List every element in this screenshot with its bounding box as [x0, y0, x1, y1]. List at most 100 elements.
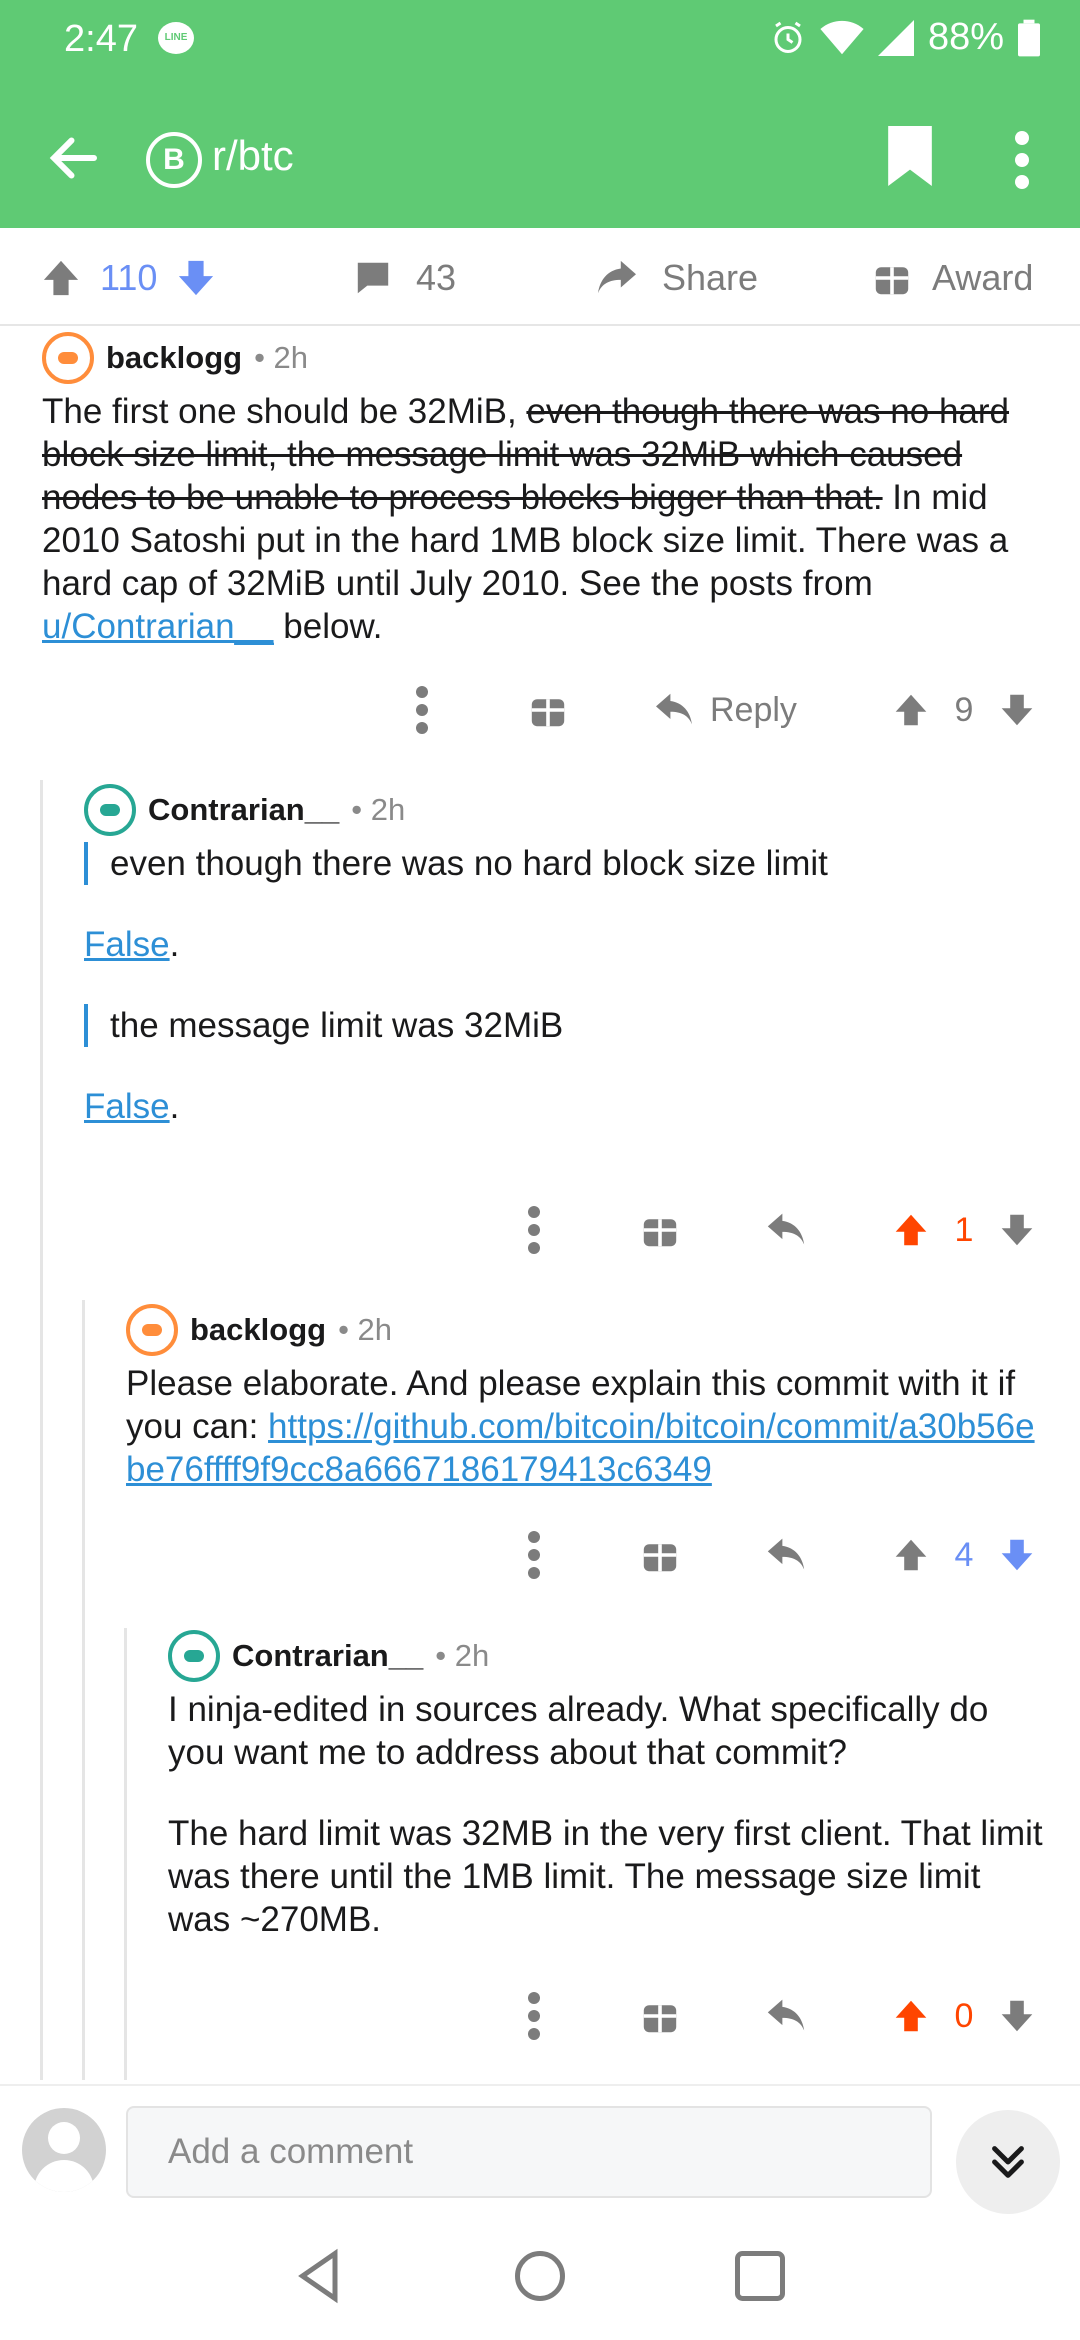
- app-bar: B r/btc: [0, 110, 1080, 210]
- downvote-icon[interactable]: [177, 259, 215, 297]
- comment-actions: Reply 9: [0, 680, 1080, 740]
- comment-count: 43: [416, 257, 457, 298]
- comment-score: 9: [954, 690, 974, 729]
- system-navigation-bar: [0, 2216, 1080, 2340]
- thread-line: [40, 780, 43, 2080]
- avatar[interactable]: [168, 1630, 220, 1682]
- comment-composer-bar: [0, 2084, 1080, 2216]
- reply-icon[interactable]: [766, 1200, 806, 1260]
- share-button[interactable]: Share: [596, 250, 758, 306]
- status-time: 2:47: [64, 18, 138, 60]
- upvote-icon[interactable]: [42, 259, 80, 297]
- comment-author[interactable]: backlogg: [190, 1312, 326, 1348]
- comment-paragraph: False.: [84, 1085, 1044, 1128]
- more-vertical-icon[interactable]: [522, 1200, 546, 1260]
- more-vertical-icon[interactable]: [522, 1525, 546, 1585]
- subreddit-name[interactable]: r/btc: [212, 132, 294, 180]
- comment-score: 0: [954, 1996, 974, 2035]
- gift-icon[interactable]: [642, 1200, 678, 1260]
- comment-body: I ninja-edited in sources already. What …: [168, 1688, 1048, 1941]
- gift-icon: [875, 267, 909, 295]
- share-label: Share: [662, 257, 759, 298]
- alarm-icon: [774, 21, 802, 53]
- comment-paragraph: False.: [84, 923, 1044, 966]
- reply-icon: [656, 693, 692, 725]
- comment-time: • 2h: [351, 792, 406, 827]
- upvote-icon[interactable]: [894, 1525, 928, 1585]
- comment-actions: 1: [0, 1200, 1080, 1260]
- chevrons-down-icon: [992, 2146, 1024, 2178]
- more-vertical-icon[interactable]: [410, 680, 434, 740]
- comment-author[interactable]: Contrarian__: [232, 1638, 423, 1674]
- comment-actions: 0: [0, 1986, 1080, 2046]
- blockquote: even though there was no hard block size…: [84, 842, 1044, 885]
- comment-text: below.: [273, 607, 383, 646]
- next-comment-button[interactable]: [956, 2110, 1060, 2214]
- upvote-icon[interactable]: [894, 1986, 928, 2046]
- comment: backlogg • 2h Please elaborate. And plea…: [126, 1302, 1046, 1522]
- status-indicators: 88%: [770, 16, 1040, 59]
- comment-text: .: [169, 925, 180, 964]
- reply-icon[interactable]: [766, 1986, 806, 2046]
- downvote-icon[interactable]: [1000, 680, 1034, 740]
- comment-header: Contrarian__ • 2h: [168, 1628, 489, 1684]
- post-comments-button[interactable]: 43: [354, 250, 456, 306]
- comment-author[interactable]: Contrarian__: [148, 792, 339, 828]
- post-votes: 110: [42, 250, 215, 306]
- downvote-icon[interactable]: [1000, 1525, 1034, 1585]
- comment-text: .: [169, 1087, 180, 1126]
- reply-label: Reply: [710, 690, 797, 729]
- add-comment-input[interactable]: [126, 2106, 932, 2198]
- nav-recents-icon[interactable]: [730, 2246, 790, 2306]
- source-link[interactable]: False: [84, 1087, 170, 1126]
- back-arrow-icon[interactable]: [44, 128, 104, 188]
- comment: Contrarian__ • 2h I ninja-edited in sour…: [168, 1628, 1048, 1988]
- avatar[interactable]: [84, 784, 136, 836]
- comment-body: Please elaborate. And please explain thi…: [126, 1362, 1046, 1491]
- user-avatar[interactable]: [22, 2108, 106, 2192]
- comment-paragraph: The hard limit was 32MB in the very firs…: [168, 1814, 1043, 1939]
- thread-line: [82, 1300, 85, 2080]
- user-link[interactable]: u/Contrarian__: [42, 607, 274, 646]
- upvote-icon[interactable]: [894, 680, 928, 740]
- nav-back-icon[interactable]: [290, 2246, 350, 2306]
- bookmark-icon[interactable]: [888, 126, 932, 186]
- more-vertical-icon[interactable]: [522, 1986, 546, 2046]
- battery-icon: [1018, 19, 1040, 56]
- comment-time: • 2h: [254, 340, 309, 375]
- downvote-icon[interactable]: [1000, 1986, 1034, 2046]
- nav-home-icon[interactable]: [510, 2246, 570, 2306]
- status-bar: 2:47 LINE 88%: [0, 0, 1080, 80]
- comment: Contrarian__ • 2h even though there was …: [84, 782, 1044, 1182]
- battery-percent: 88%: [927, 16, 1004, 58]
- downvote-icon[interactable]: [1000, 1200, 1034, 1260]
- source-link[interactable]: False: [84, 925, 170, 964]
- bitcoin-icon: B: [146, 132, 202, 188]
- share-icon: [598, 260, 636, 294]
- more-vertical-icon[interactable]: [1010, 130, 1034, 190]
- line-notification-icon: LINE: [158, 22, 194, 54]
- comment-score: 1: [954, 1210, 974, 1249]
- comment-author[interactable]: backlogg: [106, 340, 242, 376]
- comment-paragraph: I ninja-edited in sources already. What …: [168, 1690, 989, 1772]
- signal-icon: [877, 19, 914, 56]
- post-score: 110: [100, 257, 158, 298]
- avatar[interactable]: [126, 1304, 178, 1356]
- gift-icon[interactable]: [530, 680, 566, 740]
- comment-icon: [357, 262, 389, 294]
- comment-body: The first one should be 32MiB, even thou…: [42, 390, 1052, 648]
- gift-icon[interactable]: [642, 1986, 678, 2046]
- award-label: Award: [932, 257, 1034, 298]
- award-button[interactable]: Award: [874, 250, 1033, 306]
- reply-button[interactable]: Reply: [654, 680, 814, 740]
- gift-icon[interactable]: [642, 1525, 678, 1585]
- reply-icon[interactable]: [766, 1525, 806, 1585]
- comment-time: • 2h: [338, 1312, 393, 1347]
- wifi-icon: [820, 20, 864, 54]
- blockquote: the message limit was 32MiB: [84, 1004, 1044, 1047]
- upvote-icon[interactable]: [894, 1200, 928, 1260]
- comment-header: backlogg • 2h: [42, 330, 308, 386]
- avatar[interactable]: [42, 332, 94, 384]
- comment-text: The first one should be 32MiB,: [42, 392, 527, 431]
- comment-header: Contrarian__ • 2h: [84, 782, 405, 838]
